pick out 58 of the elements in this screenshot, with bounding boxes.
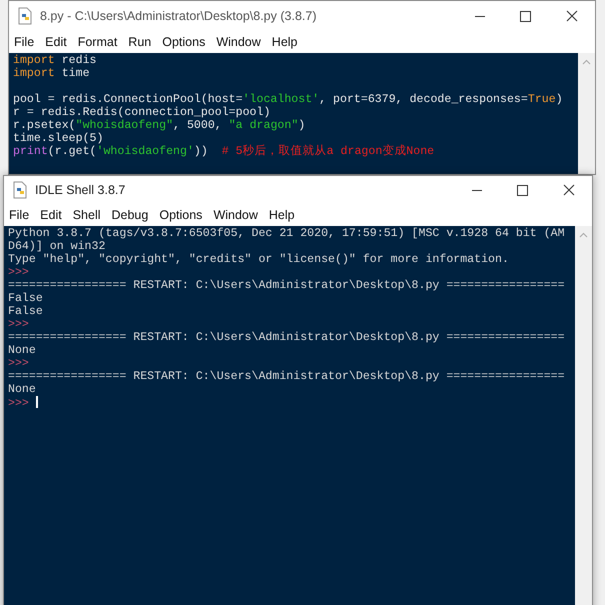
- menu-item[interactable]: Run: [128, 35, 152, 49]
- output-line: False: [8, 292, 43, 305]
- code-token: , port=6379, decode_responses=: [319, 93, 528, 106]
- shell-prompt: >>>: [8, 266, 29, 279]
- output-line: Python 3.8.7 (tags/v3.8.7:6503f05, Dec 21 2020, 17:59:51) [MSC v.1928 64 bit (AM: [8, 227, 565, 240]
- scrollbar[interactable]: [575, 226, 592, 605]
- window-title: IDLE Shell 3.8.7: [35, 183, 126, 197]
- scroll-up-icon: [582, 59, 591, 65]
- code-token: time: [60, 67, 90, 80]
- code-token: print: [13, 145, 48, 158]
- window-title: 8.py - C:\Users\Administrator\Desktop\8.py (3.8.7): [40, 9, 318, 23]
- menu-item[interactable]: Help: [272, 35, 298, 49]
- output-line: None: [8, 383, 36, 396]
- output-line: ================= RESTART: C:\Users\Administrator\Desktop\8.py =================: [8, 331, 565, 344]
- menu-item[interactable]: Format: [78, 35, 118, 49]
- code-token: "a dragon": [228, 119, 298, 132]
- code-token: ): [556, 93, 563, 106]
- shell-prompt: >>>: [8, 357, 29, 370]
- python-file-icon: [17, 7, 33, 25]
- code-token: (r.get(: [48, 145, 96, 158]
- menu-item[interactable]: Window: [216, 35, 261, 49]
- code-token: redis: [60, 54, 96, 67]
- output-line: ================= RESTART: C:\Users\Administrator\Desktop\8.py =================: [8, 279, 565, 292]
- scrollbar[interactable]: [578, 53, 595, 174]
- code-token: "whoisdaofeng": [76, 119, 174, 132]
- output-line: D64)] on win32: [8, 240, 106, 253]
- text-cursor: [36, 396, 38, 408]
- code-token: True: [528, 93, 556, 106]
- code-token: 'whoisdaofeng': [96, 145, 194, 158]
- shell-prompt: >>>: [8, 318, 29, 331]
- scroll-up-icon: [579, 232, 588, 238]
- menu-item[interactable]: Options: [159, 208, 202, 222]
- code-token: time.sleep(5): [13, 132, 104, 145]
- menu-item[interactable]: Edit: [45, 35, 67, 49]
- output-line: ================= RESTART: C:\Users\Administrator\Desktop\8.py =================: [8, 370, 565, 383]
- output-line: None: [8, 344, 36, 357]
- menu-item[interactable]: Options: [162, 35, 206, 49]
- menu-item[interactable]: Window: [213, 208, 258, 222]
- code-token: import: [13, 67, 55, 80]
- code-token: )): [194, 145, 209, 158]
- code-token: 'localhost': [242, 93, 320, 106]
- code-token: pool = redis.ConnectionPool(host=: [13, 93, 243, 106]
- shell-prompt: >>>: [8, 397, 29, 410]
- code-token: ): [298, 119, 306, 132]
- code-token: import: [13, 54, 55, 67]
- code-token: , 5000,: [173, 119, 223, 132]
- python-file-icon: [12, 181, 28, 199]
- code-token: r = redis.Redis(connection_pool=pool): [13, 106, 270, 119]
- output-line: False: [8, 305, 43, 318]
- code-token: # 5秒后，取值就从a dragon变成None: [222, 145, 434, 158]
- menu-item[interactable]: File: [14, 35, 34, 49]
- code-token: r.psetex(: [13, 119, 76, 132]
- output-line: Type "help", "copyright", "credits" or "license()" for more information.: [8, 253, 509, 266]
- menu-item[interactable]: File: [9, 208, 30, 222]
- menu-item[interactable]: Shell: [72, 208, 100, 222]
- menu-item[interactable]: Edit: [40, 208, 62, 222]
- menu-item[interactable]: Debug: [112, 208, 148, 222]
- menu-item[interactable]: Help: [268, 208, 295, 222]
